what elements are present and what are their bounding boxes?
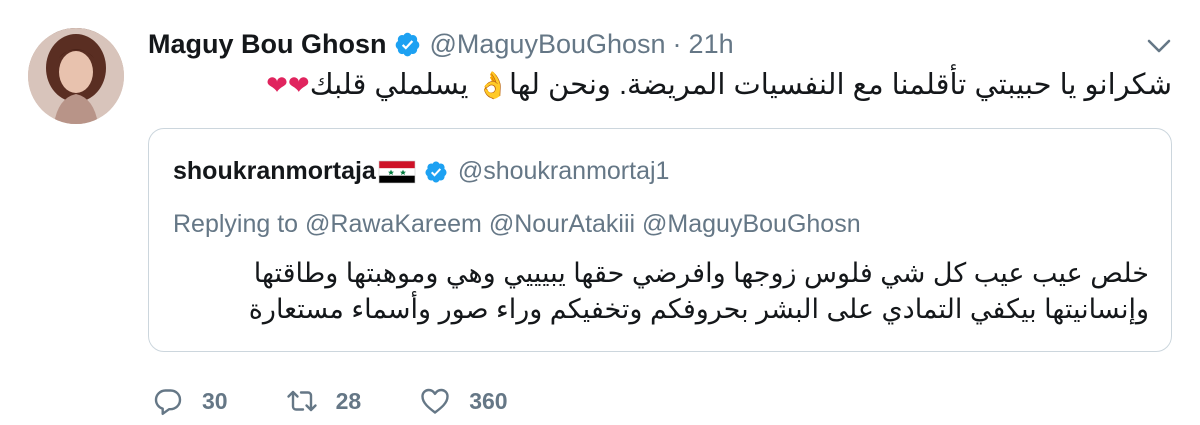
tweet-text-main: شكرانو يا حبيبتي تأقلمنا مع النفسيات الم… xyxy=(508,69,1172,101)
quoted-text-line: وإنسانيتها بيكفي التمادي على البشر بحروف… xyxy=(248,294,1149,324)
verified-badge-icon xyxy=(424,160,448,184)
like-button[interactable]: 360 xyxy=(419,385,508,417)
avatar-image xyxy=(28,28,124,124)
avatar[interactable] xyxy=(28,28,124,124)
hearts-emoji: ❤❤ xyxy=(266,70,310,100)
reply-icon xyxy=(152,385,184,417)
retweet-count: 28 xyxy=(335,387,362,414)
quoted-display-name[interactable]: shoukranmortaja xyxy=(173,157,376,186)
mention-link[interactable]: @RawaKareem xyxy=(305,210,482,238)
reply-button[interactable]: 30 xyxy=(152,385,228,417)
syria-flag-icon xyxy=(378,159,416,185)
replying-to: Replying to @RawaKareem @NourAtakiii @Ma… xyxy=(173,210,861,239)
tweet-text-tail: يسلملي قلبك xyxy=(309,69,469,101)
tweet-text: شكرانو يا حبيبتي تأقلمنا مع النفسيات الم… xyxy=(148,66,1172,104)
retweet-button[interactable]: 28 xyxy=(286,385,362,417)
ok-hand-emoji: 👌 xyxy=(476,70,509,100)
separator: · xyxy=(672,28,682,59)
quoted-tweet-header: shoukranmortaja @shoukranmortaj1 xyxy=(173,157,669,186)
mention-link[interactable]: @NourAtakiii xyxy=(489,210,635,238)
retweet-icon xyxy=(286,385,318,417)
quoted-text-line: خلص عيب عيب كل شي فلوس زوجها وافرضي حقها… xyxy=(253,258,1149,288)
quoted-tweet-text: خلص عيب عيب كل شي فلوس زوجها وافرضي حقها… xyxy=(173,255,1149,327)
tweet-card[interactable]: Maguy Bou Ghosn @MaguyBouGhosn · 21h شكر… xyxy=(0,0,1200,425)
display-name[interactable]: Maguy Bou Ghosn xyxy=(148,29,387,60)
heart-icon xyxy=(419,385,451,417)
chevron-down-icon[interactable] xyxy=(1146,36,1172,56)
tweet-header: Maguy Bou Ghosn @MaguyBouGhosn · 21h xyxy=(148,26,734,62)
replying-to-label: Replying to xyxy=(173,210,299,238)
verified-badge-icon xyxy=(394,31,421,58)
tweet-actions: 30 28 360 xyxy=(152,385,566,417)
quoted-handle[interactable]: @shoukranmortaj1 xyxy=(458,157,670,186)
like-count: 360 xyxy=(469,387,508,414)
timestamp[interactable]: 21h xyxy=(689,29,734,60)
quoted-tweet[interactable]: shoukranmortaja @shoukranmortaj1 Replyin… xyxy=(148,128,1172,352)
handle[interactable]: @MaguyBouGhosn xyxy=(430,29,666,60)
reply-count: 30 xyxy=(202,387,228,414)
mention-link[interactable]: @MaguyBouGhosn xyxy=(642,210,861,238)
